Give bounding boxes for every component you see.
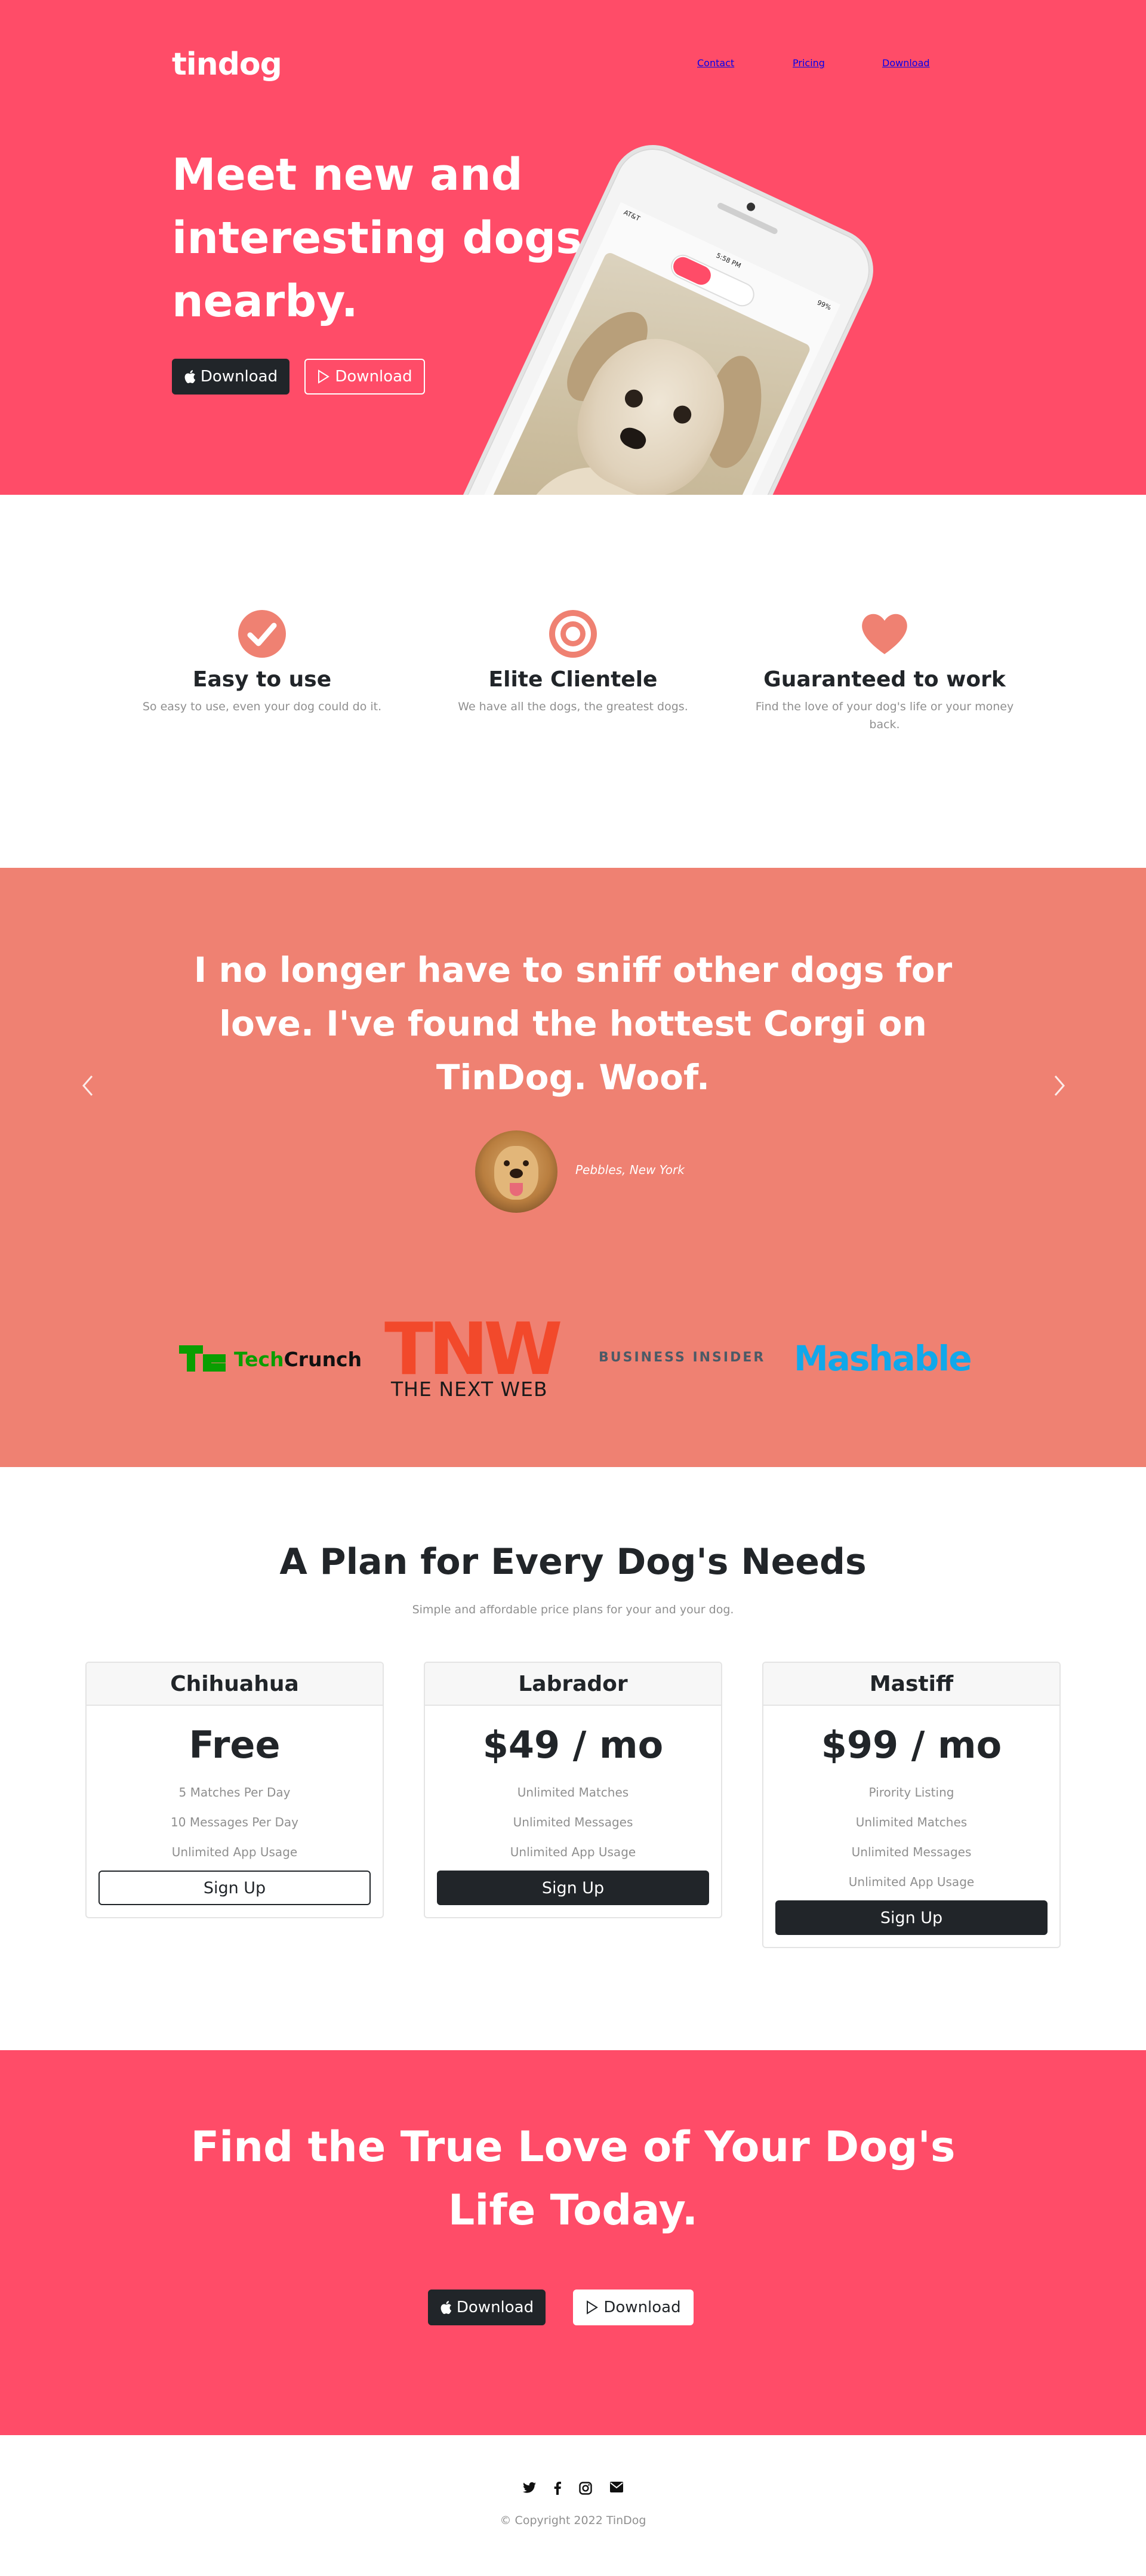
pricing-subtitle: Simple and affordable price plans for yo…: [412, 1603, 734, 1616]
techcrunch-logo-mark: [179, 1345, 226, 1372]
cta-section: [0, 2050, 1146, 2435]
carousel-prev-arrow[interactable]: [75, 1073, 99, 1103]
apple-icon: [440, 2301, 451, 2314]
title-section: tindog Contact Pricing Download Meet new…: [0, 0, 1146, 495]
google-play-download-label: Download: [335, 368, 412, 386]
phone-time: 5:58 PM: [714, 251, 743, 270]
plan-name: Chihuahua: [87, 1663, 383, 1706]
pricing-card-labrador: Labrador $49 / mo Unlimited Matches Unli…: [424, 1662, 722, 1918]
instagram-icon[interactable]: [579, 2482, 592, 2495]
plan-feature: Unlimited Matches: [855, 1815, 968, 1829]
plan-feature: Unlimited Matches: [517, 1785, 629, 1799]
cta-apple-download-button[interactable]: Download: [428, 2290, 546, 2325]
plan-feature: Unlimited App Usage: [848, 1875, 975, 1889]
phone-battery: 99%: [815, 298, 833, 312]
techcrunch-crunch: Crunch: [284, 1348, 362, 1371]
plan-name: Labrador: [425, 1663, 721, 1706]
nav-link-contact[interactable]: Contact: [697, 57, 734, 69]
feature-guaranteed: Guaranteed to work Find the love of your…: [744, 609, 1025, 734]
plan-feature: Unlimited App Usage: [510, 1845, 636, 1859]
plan-feature: 5 Matches Per Day: [178, 1785, 291, 1799]
apple-download-label: Download: [200, 368, 278, 386]
feature-elite-clientele: Elite Clientele We have all the dogs, th…: [433, 609, 713, 716]
tnw-logo: TNW: [384, 1308, 563, 1391]
nav-link-download[interactable]: Download: [882, 57, 930, 69]
plan-name: Mastiff: [763, 1663, 1059, 1706]
tnw-subtitle: THE NEXT WEB: [391, 1378, 548, 1401]
brand-logo[interactable]: tindog: [172, 47, 282, 82]
plan-price: $99 / mo: [821, 1723, 1002, 1767]
twitter-icon[interactable]: [523, 2482, 536, 2494]
social-links: [523, 2482, 623, 2495]
cta-google-play-download-label: Download: [603, 2298, 681, 2316]
testimonial-quote: I no longer have to sniff other dogs for…: [193, 950, 953, 1098]
techcrunch-logo: TechCrunch: [234, 1348, 362, 1371]
carousel-next-arrow[interactable]: [1048, 1073, 1072, 1103]
plan-feature: Unlimited Messages: [851, 1845, 972, 1859]
testimonial-author: Pebbles, New York: [575, 1163, 685, 1177]
google-play-icon: [587, 2300, 599, 2315]
cta-apple-download-label: Download: [456, 2298, 534, 2316]
google-play-download-button[interactable]: Download: [304, 359, 425, 395]
check-circle-icon: [238, 610, 286, 658]
apple-download-button[interactable]: Download: [172, 359, 289, 395]
feature-text: We have all the dogs, the greatest dogs.: [458, 700, 688, 713]
feature-text: Find the love of your dog's life or your…: [755, 700, 1014, 731]
feature-title: Easy to use: [192, 667, 332, 692]
hero-title: Meet new and interesting dogs nearby.: [172, 149, 583, 327]
plan-feature: Unlimited App Usage: [171, 1845, 298, 1859]
plan-feature: Unlimited Messages: [513, 1815, 633, 1829]
heart-icon: [862, 614, 907, 654]
techcrunch-tech: Tech: [234, 1348, 284, 1371]
envelope-icon[interactable]: [610, 2482, 623, 2492]
plan-feature: 10 Messages Per Day: [171, 1815, 298, 1829]
plan-price: $49 / mo: [482, 1723, 664, 1767]
phone-carrier: AT&T: [622, 208, 642, 223]
footer: [0, 2435, 1146, 2576]
chevron-left-icon: [82, 1076, 93, 1096]
feature-text: So easy to use, even your dog could do i…: [142, 700, 382, 713]
nav-link-pricing[interactable]: Pricing: [793, 57, 825, 69]
copyright-text: © Copyright 2022 TinDog: [500, 2514, 646, 2527]
bullseye-icon: [549, 610, 597, 658]
feature-title: Elite Clientele: [488, 667, 658, 692]
feature-easy-to-use: Easy to use So easy to use, even your do…: [122, 609, 402, 716]
testimonial-avatar: [475, 1130, 557, 1213]
mashable-logo: Mashable: [794, 1338, 972, 1379]
cta-google-play-download-button[interactable]: Download: [573, 2290, 694, 2325]
facebook-icon[interactable]: [554, 2482, 561, 2495]
sign-up-button[interactable]: Sign Up: [98, 1871, 371, 1905]
pricing-card-chihuahua: Chihuahua Free 5 Matches Per Day 10 Mess…: [85, 1662, 384, 1918]
pricing-card-mastiff: Mastiff $99 / mo Pirority Listing Unlimi…: [762, 1662, 1061, 1948]
sign-up-button[interactable]: Sign Up: [437, 1871, 709, 1905]
google-play-icon: [318, 369, 330, 384]
phone-camera: [745, 201, 757, 212]
apple-icon: [184, 370, 195, 383]
pricing-title: A Plan for Every Dog's Needs: [279, 1541, 867, 1583]
chevron-right-icon: [1054, 1076, 1065, 1096]
plan-feature: Pirority Listing: [868, 1785, 954, 1799]
cta-title: Find the True Love of Your Dog's Life To…: [190, 2122, 956, 2235]
plan-price: Free: [189, 1723, 281, 1767]
feature-title: Guaranteed to work: [763, 667, 1006, 692]
sign-up-button[interactable]: Sign Up: [775, 1900, 1048, 1935]
business-insider-logo: BUSINESS INSIDER: [599, 1350, 766, 1365]
